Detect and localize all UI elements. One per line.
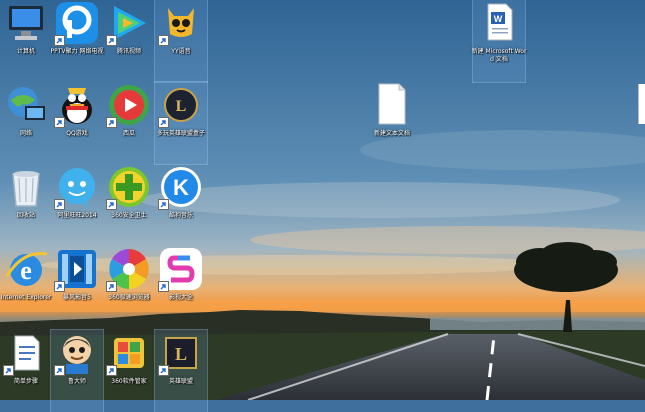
icon-label: YY语音 xyxy=(171,48,191,55)
desktop-icon-network[interactable]: 网络 xyxy=(0,82,52,164)
svg-text:L: L xyxy=(175,344,187,364)
shortcut-arrow-icon xyxy=(106,35,117,46)
shortcut-arrow-icon xyxy=(54,199,65,210)
icon-label: PPTV聚力 网络电视 xyxy=(50,48,104,55)
partial-document-icon[interactable] xyxy=(638,84,645,124)
svg-text:L: L xyxy=(176,98,187,115)
desktop-icon-tencent-video[interactable]: 腾讯视频 xyxy=(103,0,155,82)
icon-label: 360软件管家 xyxy=(111,378,147,385)
desktop-icon-xigua[interactable]: 西瓜 xyxy=(103,82,155,164)
computer-icon xyxy=(9,6,43,40)
shortcut-arrow-icon xyxy=(158,199,169,210)
icon-label: 阿里旺旺2014 xyxy=(57,212,97,219)
shortcut-arrow-icon xyxy=(106,117,117,128)
shortcut-arrow-icon xyxy=(158,35,169,46)
icon-label: Internet Explorer xyxy=(0,294,52,301)
desktop-icon-360-browser[interactable]: 360极速浏览器 xyxy=(103,246,155,328)
icon-label: 网络 xyxy=(19,130,32,137)
icon-label: 腾讯视频 xyxy=(116,48,141,55)
text-document-icon xyxy=(378,83,406,125)
desktop-icon-360-security[interactable]: 360安全卫士 xyxy=(103,164,155,246)
icon-label: 计算机 xyxy=(16,48,35,55)
desktop-icon-yy-voice[interactable]: YY语音 xyxy=(154,0,208,83)
icon-label: 酷狗音乐 xyxy=(168,212,193,219)
internet-explorer-icon: e xyxy=(5,251,48,286)
icon-label: 西瓜 xyxy=(122,130,135,137)
desktop-icon-internet-explorer[interactable]: e Internet Explorer xyxy=(0,246,52,328)
word-document-icon: W xyxy=(487,3,513,41)
icon-label: 新建 Microsoft Word 文档 xyxy=(471,48,527,63)
desktop-icon-kugou[interactable]: K 酷狗音乐 xyxy=(155,164,207,246)
icon-label: 360安全卫士 xyxy=(111,212,147,219)
icon-label: 英雄联盟 xyxy=(168,378,193,385)
shortcut-arrow-icon xyxy=(158,117,169,128)
shortcut-arrow-icon xyxy=(54,281,65,292)
shortcut-arrow-icon xyxy=(106,365,117,376)
desktop-icon-baofeng[interactable]: 暴风影音5 xyxy=(51,246,103,328)
network-icon xyxy=(8,87,45,120)
icon-label: 多玩英雄联盟盒子 xyxy=(156,130,205,137)
icon-label: 新建文本文档 xyxy=(373,130,410,137)
desktop-icon-word-document[interactable]: W 新建 Microsoft Word 文档 xyxy=(471,0,527,83)
recycle-bin-icon xyxy=(12,171,40,207)
icon-label: 360极速浏览器 xyxy=(108,294,150,301)
shortcut-arrow-icon xyxy=(54,117,65,128)
icon-label: 影视大全 xyxy=(168,294,193,301)
desktop-icon-video-app[interactable]: 影视大全 xyxy=(155,246,207,328)
shortcut-arrow-icon xyxy=(3,365,14,376)
icon-label: QQ游戏 xyxy=(66,130,88,137)
desktop-icon-lol-box[interactable]: L 多玩英雄联盟盒子 xyxy=(154,81,208,165)
svg-text:W: W xyxy=(494,14,503,24)
desktop-icon-computer[interactable]: 计算机 xyxy=(0,0,52,82)
shortcut-arrow-icon xyxy=(158,365,169,376)
shortcut-arrow-icon xyxy=(158,281,169,292)
icon-label: 简单步骤 xyxy=(13,378,38,385)
shortcut-arrow-icon xyxy=(106,281,117,292)
icon-label: 鲁大师 xyxy=(67,378,86,385)
shortcut-arrow-icon xyxy=(54,365,65,376)
icon-label: 回收站 xyxy=(16,212,35,219)
shortcut-arrow-icon xyxy=(106,199,117,210)
shortcut-arrow-icon xyxy=(54,35,65,46)
desktop-icon-aliwangwang[interactable]: 阿里旺旺2014 xyxy=(51,164,103,246)
desktop-icon-qq-game[interactable]: QQ游戏 xyxy=(51,82,103,164)
svg-text:K: K xyxy=(173,175,189,200)
desktop-icon-text-document[interactable]: 新建文本文档 xyxy=(366,82,418,164)
icon-label: 暴风影音5 xyxy=(63,294,91,301)
desktop-icon-recycle-bin[interactable]: 回收站 xyxy=(0,164,52,246)
desktop-icon-pptv[interactable]: PPTV聚力 网络电视 xyxy=(51,0,103,82)
